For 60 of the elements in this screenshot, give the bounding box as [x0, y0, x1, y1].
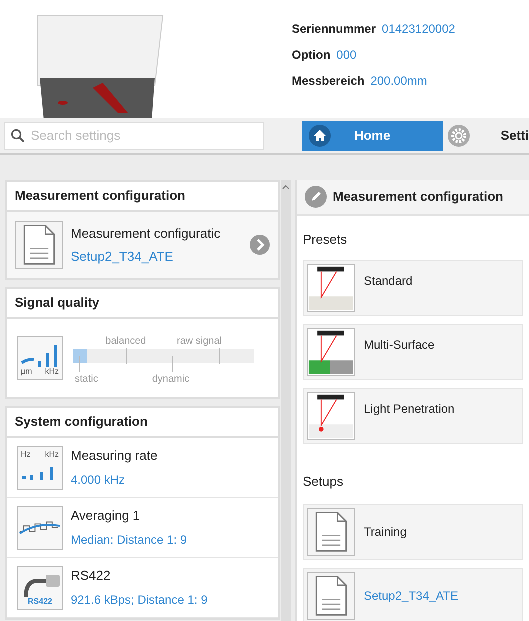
slider-label: static — [75, 373, 98, 387]
icon-label: kHz — [45, 448, 59, 460]
field-value: 000 — [336, 47, 357, 64]
preset-label: Multi-Surface — [364, 336, 435, 354]
slider-label: dynamic — [152, 373, 190, 387]
item-title: Measurement configuratic — [71, 225, 222, 243]
settings-row[interactable]: RS422 RS422 921.6 kBps; Distance 1: 9 — [7, 558, 278, 618]
item-value: Setup2_T34_ATE — [71, 248, 174, 266]
row-title: RS422 — [71, 566, 112, 585]
preset-card[interactable]: Multi-Surface — [303, 324, 523, 380]
scroll-up-icon — [282, 184, 290, 190]
waveform-icon — [17, 506, 63, 550]
icon-label: RS422 — [28, 596, 52, 608]
laser-sensor-icon — [307, 392, 355, 440]
scrollbar[interactable] — [281, 180, 291, 621]
settings-icon — [448, 124, 470, 146]
setup-card[interactable]: Setup2_T34_ATE — [303, 568, 523, 621]
pencil-icon — [305, 186, 327, 208]
chevron-right-icon — [250, 235, 270, 255]
laser-sensor-icon — [307, 264, 355, 312]
field-label: Option — [292, 47, 331, 64]
slider-label: raw signal — [177, 335, 222, 349]
row-value: 921.6 kBps; Distance 1: 9 — [71, 592, 208, 610]
setup-label: Training — [364, 524, 407, 541]
search-field[interactable]: Search settings — [4, 122, 264, 150]
setup-label: Setup2_T34_ATE — [364, 588, 459, 605]
field-value: 01423120002 — [382, 21, 456, 38]
row-value: 4.000 kHz — [71, 472, 126, 490]
laser-sensor-icon — [307, 328, 355, 376]
icon-label: Hz — [21, 448, 31, 460]
config-item[interactable]: Measurement configuratic Setup2_T34_ATE — [7, 212, 278, 278]
preset-card[interactable]: Standard — [303, 260, 523, 316]
row-title: Averaging 1 — [71, 506, 142, 525]
document-icon — [307, 508, 355, 556]
setup-card[interactable]: Training — [303, 504, 523, 560]
settings-row[interactable]: Averaging 1 Median: Distance 1: 9 — [7, 498, 278, 558]
search-icon — [11, 128, 25, 142]
section-heading: Presets — [303, 231, 348, 249]
slider-label: balanced — [106, 335, 146, 349]
field-label: Messbereich — [292, 73, 365, 90]
icon-label: µm — [21, 366, 32, 378]
row-value: Median: Distance 1: 9 — [71, 532, 188, 550]
document-icon — [15, 221, 63, 269]
panel-title: Measurement configuration — [333, 188, 504, 206]
preset-label: Light Penetration — [364, 400, 455, 418]
document-icon — [307, 572, 355, 620]
section-heading: Setups — [303, 472, 344, 491]
slider-thumb[interactable] — [73, 349, 87, 363]
nav-tab[interactable]: Home — [302, 120, 443, 150]
settings-row[interactable]: Hz kHz Measuring rate 4.000 kHz — [7, 438, 278, 498]
nav-tab[interactable]: Setti — [443, 120, 529, 150]
panel-title: System configuration — [7, 408, 278, 438]
icon-label: kHz — [45, 366, 59, 378]
preset-label: Standard — [364, 272, 413, 290]
home-icon — [309, 124, 331, 146]
field-value: 200.00mm — [370, 73, 428, 90]
preset-card[interactable]: Light Penetration — [303, 388, 523, 444]
row-title: Measuring rate — [71, 446, 158, 465]
panel-title: Signal quality — [7, 289, 278, 319]
field-label: Seriennummer — [292, 21, 376, 38]
